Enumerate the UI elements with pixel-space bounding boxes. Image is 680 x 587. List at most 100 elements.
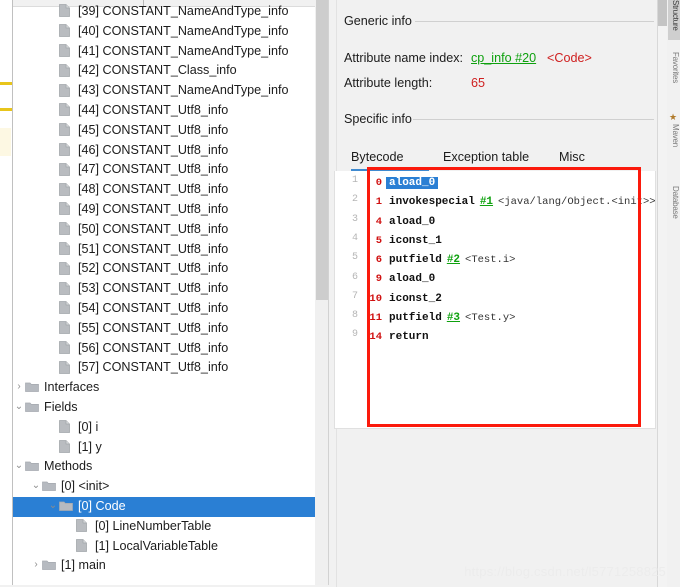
tree-row[interactable]: [48] CONSTANT_Utf8_info xyxy=(13,180,315,200)
bytecode-mnemonic[interactable]: aload_0 xyxy=(382,216,435,228)
tree-row[interactable]: [41] CONSTANT_NameAndType_info xyxy=(13,42,315,62)
gutter-line-number: 1 xyxy=(351,175,358,186)
tree-scrollbar-track[interactable] xyxy=(315,0,329,587)
file-icon xyxy=(59,360,75,374)
tool-tab-database[interactable]: Database xyxy=(668,186,680,234)
folder-icon xyxy=(25,381,41,393)
tree-row[interactable]: [56] CONSTANT_Utf8_info xyxy=(13,339,315,359)
bytecode-line[interactable]: 14 return xyxy=(366,328,655,347)
constant-pool-ref-link[interactable]: #2 xyxy=(442,254,460,266)
tab-exception-table[interactable]: Exception table xyxy=(443,150,529,168)
file-icon xyxy=(59,301,75,315)
tree-row[interactable]: ⌄ Fields xyxy=(13,398,315,418)
tree-row[interactable]: [1] y xyxy=(13,438,315,458)
bytecode-line[interactable]: 1 invokespecial #1 <java/lang/Object.<init>… xyxy=(366,193,655,212)
tree-row-selected[interactable]: ⌄ [0] Code xyxy=(0,496,315,517)
bytecode-mnemonic[interactable]: iconst_1 xyxy=(382,235,442,247)
bytecode-line[interactable]: 6 putfield #2 <Test.i> xyxy=(366,251,655,270)
tree-row-label: [0] Code xyxy=(78,498,126,513)
attribute-name-index-link[interactable]: cp_info #20 xyxy=(471,51,536,65)
bytecode-line[interactable]: 9 aload_0 xyxy=(366,270,655,289)
tree-row[interactable]: [42] CONSTANT_Class_info xyxy=(13,61,315,81)
tree-row[interactable]: [57] CONSTANT_Utf8_info xyxy=(13,358,315,378)
tree-row[interactable]: [1] LocalVariableTable xyxy=(13,537,315,557)
bytecode-mnemonic[interactable]: iconst_2 xyxy=(382,293,442,305)
tree-row-label: [0] LineNumberTable xyxy=(95,518,212,533)
tree-row[interactable]: [43] CONSTANT_NameAndType_info xyxy=(13,81,315,101)
tree-row[interactable]: ⌄ [0] <init> xyxy=(13,477,315,497)
folder-icon xyxy=(59,500,75,512)
tree-row[interactable]: [40] CONSTANT_NameAndType_info xyxy=(13,22,315,42)
tree-row[interactable]: [46] CONSTANT_Utf8_info xyxy=(13,141,315,161)
tree-row-label: [56] CONSTANT_Utf8_info xyxy=(78,340,229,355)
bytecode-line[interactable]: 5 iconst_1 xyxy=(366,232,655,251)
chevron-right-icon[interactable]: › xyxy=(13,377,25,397)
tool-tab-structure[interactable]: Structure xyxy=(668,0,680,40)
bytecode-line[interactable]: 10 iconst_2 xyxy=(366,290,655,309)
tree-row[interactable]: [55] CONSTANT_Utf8_info xyxy=(13,319,315,339)
tree-row[interactable]: [49] CONSTANT_Utf8_info xyxy=(13,200,315,220)
gutter-line-number: 2 xyxy=(351,194,358,206)
tool-tab-maven[interactable]: Maven xyxy=(668,124,680,164)
file-icon xyxy=(59,44,75,57)
tree-row[interactable]: › Interfaces xyxy=(13,378,315,398)
tab-misc[interactable]: Misc xyxy=(559,150,585,168)
tree-row-label: [43] CONSTANT_NameAndType_info xyxy=(78,83,289,98)
detail-scrollbar-thumb[interactable] xyxy=(658,0,667,26)
tree-row[interactable]: [52] CONSTANT_Utf8_info xyxy=(13,259,315,279)
tree-row-label: [46] CONSTANT_Utf8_info xyxy=(78,142,229,157)
bytecode-mnemonic-selected[interactable]: aload_0 xyxy=(386,177,439,189)
bytecode-offset: 5 xyxy=(375,234,382,247)
bytecode-mnemonic[interactable]: putfield xyxy=(382,312,442,324)
bytecode-mnemonic[interactable]: invokespecial xyxy=(382,196,475,208)
tree-row-label: [0] <init> xyxy=(61,479,110,494)
bytecode-editor[interactable]: 123456789 0 aload_0 1 invokespecial #1 <java/… xyxy=(334,171,656,429)
constant-pool-ref-link[interactable]: #1 xyxy=(475,196,493,208)
right-tool-window-strip[interactable]: Structure Favorites ★ Maven Database xyxy=(657,0,680,587)
tree-row[interactable]: [47] CONSTANT_Utf8_info xyxy=(13,160,315,180)
tree-row[interactable]: ⌄ Methods xyxy=(13,457,315,477)
constant-pool-ref-link[interactable]: #3 xyxy=(442,312,460,324)
file-icon xyxy=(59,182,75,196)
bytecode-instruction-list[interactable]: 0 aload_0 1 invokespecial #1 <java/lang/Objec… xyxy=(366,174,655,348)
file-icon xyxy=(59,123,75,137)
classfile-tree[interactable]: [39] CONSTANT_NameAndType_info [40] CONST… xyxy=(0,2,315,576)
bytecode-mnemonic[interactable]: putfield xyxy=(382,254,442,266)
gutter-line-number: 7 xyxy=(351,290,358,302)
tree-row[interactable]: [45] CONSTANT_Utf8_info xyxy=(13,121,315,141)
bytecode-mnemonic[interactable]: aload_0 xyxy=(382,273,435,285)
tree-row[interactable]: [0] LineNumberTable xyxy=(13,517,315,537)
file-icon xyxy=(59,202,75,216)
tool-tab-favorites[interactable]: Favorites xyxy=(668,52,680,98)
tree-row[interactable]: › [1] main xyxy=(13,556,315,576)
bytecode-offset: 1 xyxy=(375,196,382,209)
tree-row-label: [51] CONSTANT_Utf8_info xyxy=(78,241,229,256)
tree-row-label: [49] CONSTANT_Utf8_info xyxy=(78,201,229,216)
tree-row-label: [41] CONSTANT_NameAndType_info xyxy=(78,43,289,58)
tree-row[interactable]: [50] CONSTANT_Utf8_info xyxy=(13,220,315,240)
tree-row[interactable]: [54] CONSTANT_Utf8_info xyxy=(13,299,315,319)
tree-row[interactable]: [51] CONSTANT_Utf8_info xyxy=(13,240,315,260)
tree-scrollbar-thumb[interactable] xyxy=(316,0,328,300)
bytecode-line[interactable]: 4 aload_0 xyxy=(366,213,655,232)
bytecode-mnemonic[interactable]: return xyxy=(382,331,429,343)
bytecode-line[interactable]: 11 putfield #3 <Test.y> xyxy=(366,309,655,328)
tree-row[interactable]: [44] CONSTANT_Utf8_info xyxy=(13,101,315,121)
tree-row-label: [1] LocalVariableTable xyxy=(95,538,218,553)
chevron-down-icon[interactable]: ⌄ xyxy=(30,476,42,496)
marker-line xyxy=(0,108,12,111)
bytecode-line[interactable]: 0 aload_0 xyxy=(366,174,655,193)
file-icon xyxy=(59,103,75,117)
chevron-right-icon[interactable]: › xyxy=(30,555,42,575)
chevron-down-icon[interactable]: ⌄ xyxy=(13,397,25,417)
detail-scrollbar-track[interactable] xyxy=(658,0,667,587)
tab-bytecode[interactable]: Bytecode xyxy=(351,150,404,168)
tree-row[interactable]: [0] i xyxy=(13,418,315,438)
tree-row[interactable]: [39] CONSTANT_NameAndType_info xyxy=(13,2,315,22)
tree-row-label: [52] CONSTANT_Utf8_info xyxy=(78,261,229,276)
chevron-down-icon[interactable]: ⌄ xyxy=(47,496,59,516)
chevron-down-icon[interactable]: ⌄ xyxy=(13,456,25,476)
tree-row[interactable]: [53] CONSTANT_Utf8_info xyxy=(13,279,315,299)
specific-info-heading: Specific info xyxy=(344,112,412,126)
classfile-tree-pane: [39] CONSTANT_NameAndType_info [40] CONST… xyxy=(0,0,329,587)
